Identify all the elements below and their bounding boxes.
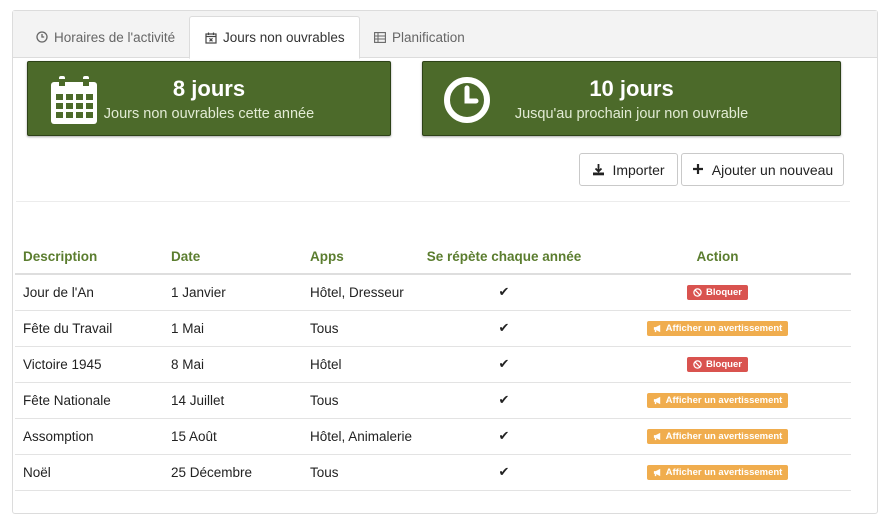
action-badge[interactable]: Afficher un avertissement <box>646 392 789 408</box>
cell-action: Afficher un avertissement <box>584 454 851 491</box>
table-row: Fête Nationale 14 Juillet Tous ✔ Afficher un… <box>15 382 851 419</box>
action-label: Afficher un avertissement <box>665 322 783 334</box>
stat-next-non-working-day: 10 jours Jusqu'au prochain jour non ouvr… <box>422 61 841 136</box>
bullhorn-icon <box>653 324 662 333</box>
check-icon: ✔ <box>498 356 510 371</box>
divider <box>16 201 850 202</box>
check-icon: ✔ <box>498 428 510 443</box>
action-label: Afficher un avertissement <box>665 430 783 442</box>
cell-repeats: ✔ <box>424 274 584 311</box>
cell-action: Bloquer <box>584 274 851 311</box>
cell-description: Fête du Travail <box>15 310 163 347</box>
ban-icon <box>693 359 702 369</box>
table-row: Victoire 1945 8 Mai Hôtel ✔ Bloquer <box>15 346 851 383</box>
cell-description: Assomption <box>15 418 163 455</box>
bullhorn-icon <box>653 396 662 405</box>
action-badge[interactable]: Afficher un avertissement <box>646 320 789 336</box>
action-label: Afficher un avertissement <box>665 394 783 406</box>
cell-apps: Tous <box>302 310 424 347</box>
stat-value: 8 jours <box>172 76 246 101</box>
column-header-action: Action <box>584 240 851 275</box>
cell-apps: Tous <box>302 382 424 419</box>
table-icon <box>373 31 386 44</box>
cell-apps: Hôtel, Dresseur <box>302 274 424 311</box>
cell-repeats: ✔ <box>424 346 584 383</box>
action-badge[interactable]: Afficher un avertissement <box>646 428 789 444</box>
cell-date: 8 Mai <box>163 346 302 383</box>
import-label: Importer <box>612 161 665 178</box>
clock-icon <box>35 31 48 44</box>
tab-bar: Horaires de l'activité Jours non ouvrabl… <box>13 11 877 59</box>
tab-business-hours[interactable]: Horaires de l'activité <box>21 16 189 58</box>
table-row: Jour de l'An 1 Janvier Hôtel, Dresseur ✔ Blo… <box>15 274 851 311</box>
table-row: Noël 25 Décembre Tous ✔ Afficher un avertiss… <box>15 454 851 491</box>
column-header-apps: Apps <box>302 240 424 275</box>
cell-repeats: ✔ <box>424 310 584 347</box>
add-new-button[interactable]: Ajouter un nouveau <box>681 153 844 186</box>
cell-repeats: ✔ <box>424 454 584 491</box>
cell-date: 14 Juillet <box>163 382 302 419</box>
cell-date: 1 Janvier <box>163 274 302 311</box>
holidays-table: Description Date Apps Se répète chaque a… <box>15 240 851 491</box>
cell-description: Noël <box>15 454 163 491</box>
stat-caption: Jours non ouvrables cette année <box>103 106 315 122</box>
cell-description: Jour de l'An <box>15 274 163 311</box>
add-new-label: Ajouter un nouveau <box>711 161 834 178</box>
column-header-date: Date <box>163 240 302 275</box>
table-body: Jour de l'An 1 Janvier Hôtel, Dresseur ✔ Blo… <box>15 274 851 491</box>
calendar-x-icon <box>204 31 217 44</box>
cell-action: Afficher un avertissement <box>584 418 851 455</box>
stat-value: 10 jours <box>589 76 674 101</box>
tab-planning[interactable]: Planification <box>359 16 479 58</box>
cell-date: 25 Décembre <box>163 454 302 491</box>
cell-action: Bloquer <box>584 346 851 383</box>
cell-repeats: ✔ <box>424 418 584 455</box>
bullhorn-icon <box>653 468 662 477</box>
tab-label: Planification <box>392 29 465 45</box>
stat-caption: Jusqu'au prochain jour non ouvrable <box>514 106 749 122</box>
cell-repeats: ✔ <box>424 382 584 419</box>
check-icon: ✔ <box>498 392 510 407</box>
table-row: Assomption 15 Août Hôtel, Animalerie ✔ Affic… <box>15 418 851 455</box>
action-badge[interactable]: Bloquer <box>687 356 748 372</box>
action-label: Bloquer <box>706 358 742 370</box>
check-icon: ✔ <box>498 284 510 300</box>
tab-label: Horaires de l'activité <box>54 29 176 45</box>
action-label: Bloquer <box>706 286 742 298</box>
action-badge[interactable]: Bloquer <box>687 284 748 300</box>
table-row: Fête du Travail 1 Mai Tous ✔ Afficher un ave… <box>15 310 851 347</box>
ban-icon <box>693 288 702 297</box>
cell-date: 1 Mai <box>163 310 302 347</box>
cell-apps: Tous <box>302 454 424 491</box>
stat-non-working-days: 8 jours Jours non ouvrables cette année <box>27 61 391 136</box>
cell-apps: Hôtel, Animalerie <box>302 418 424 455</box>
download-icon <box>592 163 605 176</box>
tab-label: Jours non ouvrables <box>223 30 345 45</box>
cell-description: Fête Nationale <box>15 382 163 419</box>
table-header-row: Description Date Apps Se répète chaque a… <box>15 240 851 275</box>
column-header-description: Description <box>15 240 163 275</box>
column-header-repeats: Se répète chaque année <box>424 240 584 275</box>
cell-description: Victoire 1945 <box>15 346 163 383</box>
cell-action: Afficher un avertissement <box>584 310 851 347</box>
action-badge[interactable]: Afficher un avertissement <box>646 464 789 480</box>
tab-non-working-days[interactable]: Jours non ouvrables <box>189 16 360 59</box>
cell-action: Afficher un avertissement <box>584 382 851 419</box>
check-icon: ✔ <box>498 464 510 479</box>
cell-date: 15 Août <box>163 418 302 455</box>
plus-icon <box>692 163 705 176</box>
bullhorn-icon <box>653 432 662 441</box>
import-button[interactable]: Importer <box>579 153 678 186</box>
cell-apps: Hôtel <box>302 346 424 383</box>
action-label: Afficher un avertissement <box>665 466 783 478</box>
check-icon: ✔ <box>498 320 510 335</box>
